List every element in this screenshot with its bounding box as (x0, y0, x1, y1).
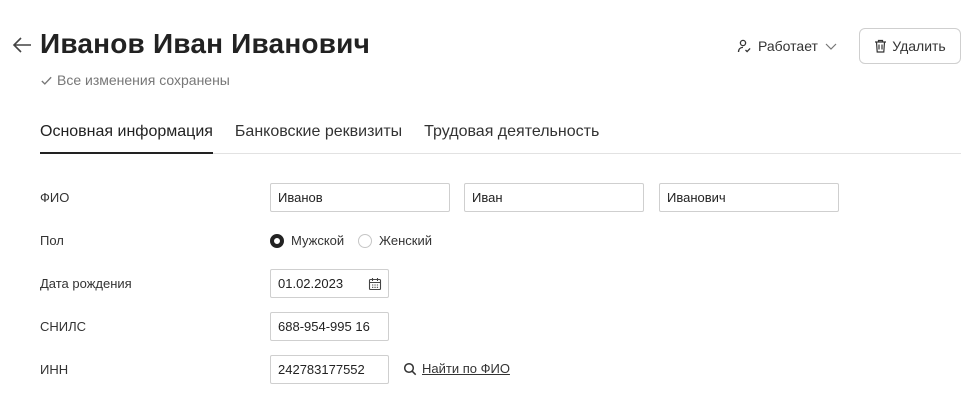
radio-unchecked-icon (358, 233, 372, 248)
first-name-field[interactable] (464, 183, 644, 212)
person-icon (737, 39, 751, 53)
save-status: Все изменения сохранены (40, 72, 230, 88)
tab-main-info[interactable]: Основная информация (40, 118, 213, 154)
radio-checked-icon (270, 233, 284, 248)
find-by-fio-link[interactable]: Найти по ФИО (403, 361, 510, 376)
delete-button-label: Удалить (892, 38, 946, 54)
inn-field[interactable] (270, 355, 389, 384)
birth-date-label: Дата рождения (40, 276, 132, 291)
calendar-icon[interactable] (368, 277, 382, 291)
birth-date-field[interactable]: 01.02.2023 (270, 269, 389, 298)
gender-label: Пол (40, 233, 64, 248)
fio-label: ФИО (40, 190, 70, 205)
last-name-field[interactable] (270, 183, 450, 212)
gender-male-radio[interactable]: Мужской (270, 233, 344, 248)
gender-female-label: Женский (379, 233, 432, 248)
snils-label: СНИЛС (40, 319, 87, 334)
employment-status-label: Работает (758, 38, 818, 54)
tab-bank-details[interactable]: Банковские реквизиты (235, 118, 402, 154)
gender-male-label: Мужской (291, 233, 345, 248)
tab-employment[interactable]: Трудовая деятельность (424, 118, 599, 154)
snils-field[interactable] (270, 312, 389, 341)
tab-bar: Основная информация Банковские реквизиты… (40, 118, 961, 154)
back-arrow-icon[interactable] (10, 33, 34, 57)
find-by-fio-label: Найти по ФИО (422, 361, 510, 376)
page-title: Иванов Иван Иванович (40, 28, 371, 59)
check-icon (41, 76, 52, 85)
trash-icon (875, 39, 887, 53)
delete-button[interactable]: Удалить (859, 28, 961, 64)
middle-name-field[interactable] (659, 183, 839, 212)
search-icon (403, 362, 417, 375)
inn-label: ИНН (40, 362, 69, 377)
employment-status-dropdown[interactable]: Работает (736, 35, 838, 57)
chevron-down-icon (825, 43, 837, 50)
save-status-text: Все изменения сохранены (57, 72, 230, 88)
birth-date-value: 01.02.2023 (278, 276, 344, 291)
gender-female-radio[interactable]: Женский (358, 233, 432, 248)
